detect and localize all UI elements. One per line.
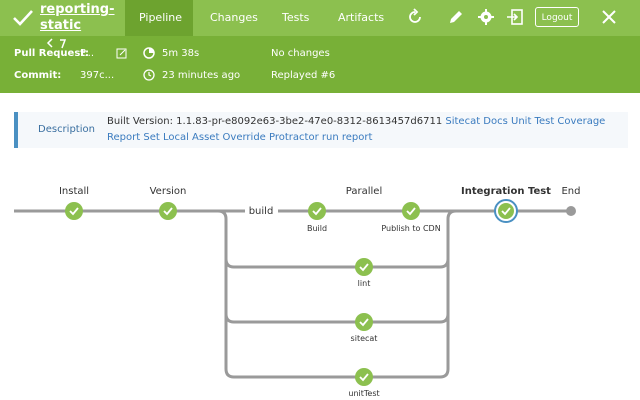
node-publish-label: Publish to CDN: [381, 224, 441, 233]
node-publish-to-cdn[interactable]: [402, 202, 420, 220]
pipeline-graph: [14, 199, 576, 386]
stage-install-node[interactable]: [65, 202, 83, 220]
stage-install-label: Install: [58, 186, 90, 197]
stage-parallel-label: Parallel: [345, 186, 383, 197]
node-sitecat-label: sitecat: [350, 334, 378, 343]
node-build-label: Build: [306, 224, 328, 233]
stage-integration-test-label: Integration Test: [461, 186, 551, 197]
build-branch-label: build: [248, 206, 274, 217]
stage-end-node: [566, 206, 576, 216]
stage-end-label: End: [561, 186, 581, 197]
node-build[interactable]: [308, 202, 326, 220]
stage-integration-test-node[interactable]: [494, 199, 518, 223]
stage-version-node[interactable]: [159, 202, 177, 220]
node-lint-label: lint: [357, 279, 371, 288]
node-sitecat[interactable]: [355, 313, 373, 331]
stage-version-label: Version: [149, 186, 187, 197]
node-lint[interactable]: [355, 258, 373, 276]
node-unittest-label: unitTest: [348, 389, 380, 398]
node-unittest[interactable]: [355, 368, 373, 386]
